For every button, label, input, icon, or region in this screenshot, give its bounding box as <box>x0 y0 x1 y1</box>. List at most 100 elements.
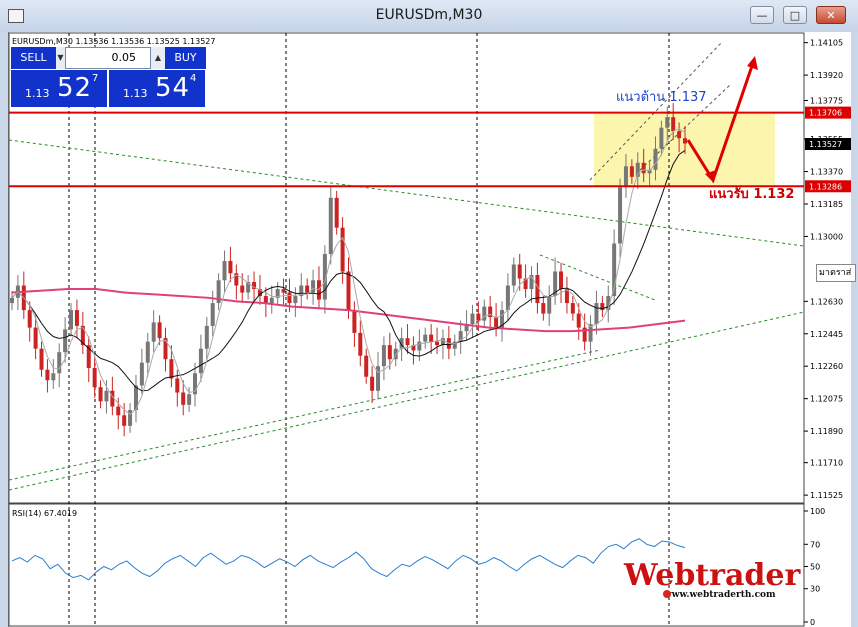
lot-value: 0.05 <box>111 51 137 64</box>
candle-body <box>417 341 422 351</box>
candle-body <box>10 297 14 304</box>
candle-body <box>198 348 203 374</box>
sell-price-sup: 7 <box>92 73 99 84</box>
candle-body <box>576 313 581 328</box>
candle-body <box>358 332 363 356</box>
buy-price-box[interactable]: 1.13 54 4 <box>109 69 205 107</box>
candle-body <box>305 285 310 293</box>
candle-body <box>381 345 386 367</box>
rsi-tick-label: 0 <box>810 618 815 627</box>
candle-body <box>39 348 44 370</box>
candle-body <box>328 197 333 254</box>
current-price-label: 1.13527 <box>809 140 842 149</box>
candle-body <box>517 264 522 279</box>
candle-body <box>600 303 605 311</box>
candle-body <box>364 355 369 377</box>
candle-body <box>74 310 79 326</box>
price-tick-label: 1.14105 <box>810 39 843 48</box>
webtrader-logo: Webtrader www.webtraderth.com <box>623 558 801 600</box>
candle-body <box>228 260 233 274</box>
rsi-tick-label: 30 <box>810 585 820 594</box>
price-tick-label: 1.13775 <box>810 97 843 106</box>
candle-body <box>405 338 410 346</box>
candle-body <box>263 296 268 304</box>
candle-body <box>641 162 646 174</box>
candle-body <box>122 415 127 426</box>
candle-body <box>429 334 434 342</box>
candle-body <box>618 187 623 244</box>
candle-body <box>293 296 298 304</box>
candle-body <box>104 390 109 402</box>
rsi-line <box>11 538 686 581</box>
candle-body <box>334 197 339 228</box>
candle-body <box>665 117 670 128</box>
candle-body <box>92 367 97 388</box>
rsi-tick-label: 70 <box>810 540 820 549</box>
candle-body <box>470 313 475 325</box>
buy-price-big: 54 <box>155 73 191 103</box>
sell-price-box[interactable]: 1.13 52 7 <box>11 69 107 107</box>
candle-body <box>98 387 103 402</box>
buy-button[interactable]: BUY <box>165 47 206 69</box>
candle-body <box>570 303 575 314</box>
candles <box>10 103 687 437</box>
level-price-label: 1.13286 <box>809 182 842 191</box>
candle-body <box>340 227 345 272</box>
candle-body <box>33 327 38 349</box>
rsi-header: RSI(14) 67.4019 <box>12 509 77 518</box>
candle-body <box>169 359 174 379</box>
candle-body <box>547 296 552 314</box>
price-tick-label: 1.13370 <box>810 168 843 177</box>
candle-body <box>27 310 32 328</box>
buy-price-small: 1.13 <box>123 87 148 100</box>
candle-body <box>240 285 245 293</box>
price-tick-label: 1.11710 <box>810 459 843 468</box>
candle-body <box>163 338 168 360</box>
candle-body <box>222 260 227 281</box>
price-tick-label: 1.13000 <box>810 232 843 241</box>
price-tick-label: 1.12075 <box>810 395 843 404</box>
candle-body <box>653 148 658 170</box>
candle-body <box>175 378 180 393</box>
candle-body <box>559 271 564 290</box>
buy-price-sup: 4 <box>190 73 197 84</box>
rsi-tick-label: 100 <box>810 507 825 516</box>
trendline <box>539 254 656 301</box>
candle-body <box>187 394 192 405</box>
candle-body <box>370 376 375 391</box>
price-tick-label: 1.13920 <box>810 71 843 80</box>
forecast-arrow-up-head <box>747 56 758 70</box>
resistance-annotation: แนวต้าน 1.137 <box>616 90 707 105</box>
watermark-dot-icon <box>663 590 671 598</box>
price-tick-label: 1.12630 <box>810 297 843 306</box>
sell-price-big: 52 <box>57 73 93 103</box>
candle-body <box>677 131 682 139</box>
candle-body <box>387 345 392 360</box>
lot-decrease-button[interactable]: ▼ <box>56 47 65 69</box>
candle-body <box>116 406 121 416</box>
chart-header: EURUSDm,M30 1.13536 1.13536 1.13525 1.13… <box>12 37 215 46</box>
watermark-brand: Webtrader <box>623 558 801 593</box>
lot-increase-button[interactable]: ▲ <box>151 47 165 69</box>
sell-button[interactable]: SELL <box>11 47 56 69</box>
candle-body <box>594 303 599 325</box>
sell-price-small: 1.13 <box>25 87 50 100</box>
price-tick-label: 1.12445 <box>810 330 843 339</box>
candle-body <box>629 166 634 177</box>
price-tick-label: 1.11525 <box>810 491 843 500</box>
candle-body <box>623 166 628 188</box>
candle-body <box>482 306 487 321</box>
candle-body <box>352 310 357 333</box>
candle-body <box>476 313 481 321</box>
candle-body <box>683 138 687 144</box>
candle-body <box>69 310 74 330</box>
candle-body <box>45 369 50 381</box>
price-tick-label: 1.11890 <box>810 427 843 436</box>
candle-body <box>435 341 440 346</box>
trendline <box>8 349 601 481</box>
level-price-label: 1.13706 <box>809 109 842 118</box>
candle-body <box>157 322 162 339</box>
lot-input[interactable]: 0.05 <box>65 47 151 69</box>
candle-body <box>311 280 316 293</box>
candle-body <box>671 117 676 132</box>
